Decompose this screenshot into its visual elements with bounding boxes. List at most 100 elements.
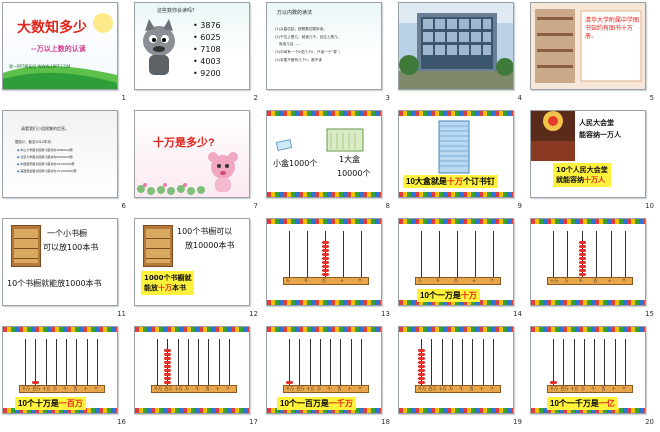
abacus-base — [283, 277, 369, 285]
abacus-bead — [322, 245, 329, 248]
slide-16[interactable]: 千万 百万 十万万 千百十 个 10个十万是一百万 — [2, 326, 118, 414]
slide-number-5: 5 — [649, 94, 654, 102]
abacus-place-label: 十万 — [42, 386, 51, 391]
slide-thumbnail-16[interactable]: 千万 百万 十万万 千百十 个 10个十万是一百万 16 — [0, 324, 132, 432]
abacus-bead — [418, 361, 425, 364]
slide-thumbnail-9[interactable]: 10大盒就是十万个订书钉 9 — [396, 108, 528, 216]
slide-14-caption: 10个一万是十万 — [417, 289, 480, 302]
hall-capacity-line1: 人民大会堂 — [579, 119, 614, 127]
slide-19[interactable]: 千万 百万 十万万 千百十 个 — [398, 326, 514, 414]
slide-number-13: 13 — [381, 310, 390, 318]
bookcase-picture — [11, 225, 41, 267]
abacus-rod — [289, 231, 290, 277]
abacus-rod — [229, 339, 230, 385]
slide-3[interactable]: 万以内数的读法 (1)从高位起，按照数位顺序读。 (2)千位上是几，就读几千，百… — [266, 2, 382, 90]
slide-17[interactable]: 千万 百万 十万万 千百十 个 — [134, 326, 250, 414]
rule-line-4: (3)中间有一个0或几个0，只读一个“零”； — [275, 50, 343, 54]
slide-1-title: 大数知多少 — [17, 19, 87, 35]
slide-9[interactable]: 10大盒就是十万个订书钉 — [398, 110, 514, 198]
abacus-bead — [578, 241, 586, 244]
wolf-cartoon-icon — [143, 19, 175, 75]
slide-thumbnail-10[interactable]: 人民大会堂 能容纳一万人 10个人民大会堂 就能容纳十万人 10 — [528, 108, 660, 216]
abacus-rod — [97, 339, 98, 385]
slide-11[interactable]: 一个小书橱 可以放100本书 10个书橱就能放1000本书 — [2, 218, 118, 306]
slide-thumbnail-18[interactable]: 千万 百万 十万万 千百十 个 10个一百万是一千万 18 — [264, 324, 396, 432]
abacus-place-label: 百 — [205, 386, 210, 391]
slide-thumbnail-11[interactable]: 一个小书橱 可以放100本书 10个书橱就能放1000本书 11 — [0, 216, 132, 324]
slide-thumbnail-12[interactable]: 100个书橱可以 放10000本书 1000个书橱就 能放十万本书 12 — [132, 216, 264, 324]
library-building-photo — [399, 3, 513, 89]
abacus-rod — [76, 339, 78, 385]
abacus-place-label: 万 — [418, 278, 422, 283]
slide-number-4: 4 — [517, 94, 522, 102]
abacus-bead — [418, 373, 425, 376]
slide-thumbnail-3[interactable]: 万以内数的读法 (1)从高位起，按照数位顺序读。 (2)千位上是几，就读几千，百… — [264, 0, 396, 108]
rule-line-2: (2)千位上是几，就读几千，百位上是几， — [275, 35, 342, 39]
abacus-place-label: 十 — [340, 278, 344, 283]
slide-18[interactable]: 千万 百万 十万万 千百十 个 10个一百万是一千万 — [266, 326, 382, 414]
abacus-bead — [322, 269, 329, 272]
abacus-picture: 十万 万 千 百 十 个 — [531, 219, 645, 305]
slide-14[interactable]: 万 千 百 十 个 10个一万是十万 — [398, 218, 514, 306]
abacus-rod — [157, 339, 158, 385]
abacus-rod — [563, 339, 565, 385]
slide-2[interactable]: 这些数你会读吗？ • 3876 • 6025 • 7108 • 4003 • 9… — [134, 2, 250, 90]
slide-number-15: 15 — [645, 310, 654, 318]
slide-thumbnail-19[interactable]: 千万 百万 十万万 千百十 个 19 — [396, 324, 528, 432]
abacus-rod — [361, 231, 362, 277]
abacus-rod — [610, 231, 612, 277]
bookcase-line3: 10个书橱就能放1000本书 — [7, 279, 102, 288]
slide-number-16: 16 — [117, 418, 126, 426]
abacus-bead — [418, 357, 425, 360]
slide-4[interactable] — [398, 2, 514, 90]
slide-thumbnail-5[interactable]: 清华大学附属中学图书馆约有图书十万册。 5 — [528, 0, 660, 108]
slide-6[interactable]: 请看我们小组搜集的信息。 据统计，截至2012年末： ◆ 中山大学图书馆累计藏书… — [2, 110, 118, 198]
slide-8[interactable]: 小盒1000个 1大盒 10000个 — [266, 110, 382, 198]
abacus-place-label: 十万 — [570, 386, 579, 391]
slide-thumbnail-13[interactable]: 万 千 百 十 个 13 — [264, 216, 396, 324]
abacus-bead — [550, 381, 557, 384]
abacus-place-label: 万 — [580, 386, 585, 391]
bookcase-line1: 一个小书橱 — [47, 229, 87, 238]
slide-12[interactable]: 100个书橱可以 放10000本书 1000个书橱就 能放十万本书 — [134, 218, 250, 306]
hall-capacity-line2: 能容纳一万人 — [579, 131, 621, 139]
abacus-picture: 千万 百万 十万万 千百十 个 — [399, 327, 513, 413]
abacus-rod — [319, 339, 321, 385]
slide-thumbnail-2[interactable]: 这些数你会读吗？ • 3876 • 6025 • 7108 • 4003 • 9… — [132, 0, 264, 108]
abacus-place-label: 十 — [472, 278, 476, 283]
rule-line-5: (4)末尾不管有几个0，都不读 — [275, 58, 322, 62]
slide-thumbnail-1[interactable]: 大数知多少 --万以上数的认读 第一PPT模板网 WWW.1PPT.COM 1 — [0, 0, 132, 108]
abacus-rod — [218, 339, 220, 385]
slide-thumbnail-15[interactable]: 十万 万 千 百 十 个 15 — [528, 216, 660, 324]
slide-thumbnail-14[interactable]: 万 千 百 十 个 10个一万是十万 14 — [396, 216, 528, 324]
slide-10[interactable]: 人民大会堂 能容纳一万人 10个人民大会堂 就能容纳十万人 — [530, 110, 646, 198]
abacus-bead — [164, 377, 172, 380]
slide-1[interactable]: 大数知多少 --万以上数的认读 第一PPT模板网 WWW.1PPT.COM — [2, 2, 118, 90]
slide-12-caption: 1000个书橱就 能放十万本书 — [141, 271, 195, 295]
abacus-bead — [164, 353, 172, 356]
slide-thumbnail-17[interactable]: 千万 百万 十万万 千百十 个 17 — [132, 324, 264, 432]
slide-number-19: 19 — [513, 418, 522, 426]
slide-20[interactable]: 千万 百万 十万万 千百十 个 10个一千万是一亿 — [530, 326, 646, 414]
slide-5[interactable]: 清华大学附属中学图书馆约有图书十万册。 — [530, 2, 646, 90]
abacus-bead — [418, 377, 425, 380]
abacus-bead — [578, 269, 586, 272]
abacus-rod — [343, 231, 344, 277]
library-item-2: ◆ 北京大学图书馆累计藏书约8000000册 — [17, 155, 73, 159]
caption-line2: 能放十万本书 — [144, 284, 186, 292]
slide-15[interactable]: 十万 万 千 百 十 个 — [530, 218, 646, 306]
abacus-bead — [418, 365, 425, 368]
abacus-bead — [578, 261, 586, 264]
slide-10-caption: 10个人民大会堂 就能容纳十万人 — [553, 163, 611, 187]
slide-thumbnail-8[interactable]: 小盒1000个 1大盒 10000个 8 — [264, 108, 396, 216]
number-9200: • 9200 — [193, 69, 221, 78]
slide-thumbnail-6[interactable]: 请看我们小组搜集的信息。 据统计，截至2012年末： ◆ 中山大学图书馆累计藏书… — [0, 108, 132, 216]
slide-number-7: 7 — [253, 202, 258, 210]
abacus-rod — [208, 339, 210, 385]
slide-thumbnail-7[interactable]: 十万是多少? 7 — [132, 108, 264, 216]
slide-13[interactable]: 万千百十个 — [266, 218, 382, 306]
slide-7[interactable]: 十万是多少? — [134, 110, 250, 198]
slide-thumbnail-4[interactable]: 4 — [396, 0, 528, 108]
slide-thumbnail-20[interactable]: 千万 百万 十万万 千百十 个 10个一千万是一亿 20 — [528, 324, 660, 432]
abacus-rod — [55, 339, 57, 385]
